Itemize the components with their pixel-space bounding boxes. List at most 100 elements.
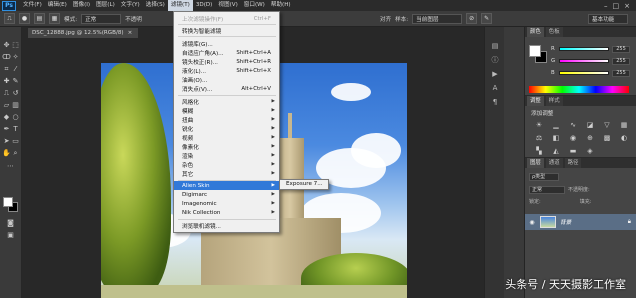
slider-b[interactable]: B 255 [551, 69, 633, 77]
tab-channels[interactable]: 通道 [545, 158, 563, 168]
alien-skin-submenu[interactable]: Exposure 7... [279, 179, 329, 190]
pen-tool-icon[interactable]: ✒ [2, 125, 11, 134]
history-brush-icon[interactable]: ↺ [11, 89, 20, 98]
menu-item-adaptive-wide-angle[interactable]: 自适应广角(A)... Shift+Ctrl+A [174, 48, 279, 57]
menu-layer[interactable]: 图层(L) [93, 0, 118, 11]
zoom-tool-icon[interactable]: ⌕ [11, 149, 20, 158]
menu-item-noise[interactable]: 杂色 ▶ [174, 160, 279, 169]
menu-item-alien-skin[interactable]: Alien Skin ▶ [174, 181, 279, 190]
tab-adjustments[interactable]: 调整 [527, 96, 544, 106]
menu-item-liquify[interactable]: 液化(L)... Shift+Ctrl+X [174, 66, 279, 75]
layer-kind-select[interactable]: ρ类型 [529, 172, 559, 181]
channel-mixer-icon[interactable]: ⊕ [584, 133, 596, 143]
levels-icon[interactable]: ▁ [550, 120, 562, 130]
marquee-tool-icon[interactable]: ⬚ [11, 41, 20, 50]
invert-icon[interactable]: ◐ [618, 133, 630, 143]
minimize-icon[interactable]: – [604, 2, 608, 10]
brush-panel-icon[interactable]: ▤ [34, 13, 45, 24]
close-icon[interactable]: × [624, 2, 630, 10]
channel-value[interactable]: 255 [612, 57, 630, 65]
selective-color-icon[interactable]: ◈ [584, 146, 596, 156]
menu-item-pixelate[interactable]: 像素化 ▶ [174, 142, 279, 151]
menu-3d[interactable]: 3D(D) [193, 0, 216, 11]
screen-mode-icon[interactable]: ▣ [6, 231, 15, 240]
menu-item-lens-correction[interactable]: 镜头校正(R)... Shift+Ctrl+R [174, 57, 279, 66]
layer-row-background[interactable]: ◉ 背景 🔒︎ [525, 214, 636, 230]
menu-item-imagenomic[interactable]: Imagenomic ▶ [174, 199, 279, 208]
gradient-icon[interactable]: ▥ [11, 101, 20, 110]
channel-value[interactable]: 255 [612, 69, 630, 77]
menu-item-render[interactable]: 渲染 ▶ [174, 151, 279, 160]
slider-r[interactable]: R 255 [551, 45, 633, 53]
healing-brush-icon[interactable]: ✚ [2, 77, 11, 86]
mode-select[interactable]: 正常 [81, 13, 122, 24]
vibrance-icon[interactable]: ▽ [601, 120, 613, 130]
panel-foreground-swatch[interactable] [529, 45, 541, 57]
type-tool-icon[interactable]: T [11, 125, 20, 134]
menu-item-browse-online-filters[interactable]: 浏览联机滤镜... [174, 221, 279, 230]
tab-color[interactable]: 颜色 [527, 27, 544, 37]
brightness-icon[interactable]: ☀ [533, 120, 545, 130]
document-tab[interactable]: DSC_12888.jpg @ 12.5%(RGB/8) × [28, 28, 139, 38]
clone-stamp-icon[interactable]: ⎍ [2, 89, 11, 98]
more-tools-icon[interactable]: ⋯ [6, 162, 15, 171]
channel-value[interactable]: 255 [612, 45, 630, 53]
menu-item-other[interactable]: 其它 ▶ [174, 169, 279, 178]
workspace-select[interactable]: 基本功能 [588, 14, 628, 24]
menu-item-sharpen[interactable]: 锐化 ▶ [174, 124, 279, 133]
curves-icon[interactable]: ∿ [567, 120, 579, 130]
crop-tool-icon[interactable]: ⌗ [2, 65, 11, 74]
photo-filter-icon[interactable]: ◉ [567, 133, 579, 143]
move-tool-icon[interactable]: ✥ [2, 41, 11, 50]
brush-tool-icon[interactable]: ✎ [11, 77, 20, 86]
ignore-adjustment-icon[interactable]: ⊘ [466, 13, 478, 24]
sample-select[interactable]: 当前图层 [412, 13, 463, 24]
eye-icon[interactable]: ◉ [528, 219, 536, 226]
tab-styles[interactable]: 样式 [545, 96, 563, 106]
posterize-icon[interactable]: ▚ [533, 146, 545, 156]
menu-item-nik-collection[interactable]: Nik Collection ▶ [174, 208, 279, 217]
menu-item-oil-paint[interactable]: 油画(O)... [174, 75, 279, 84]
color-lookup-icon[interactable]: ▩ [601, 133, 613, 143]
exposure-icon[interactable]: ◪ [584, 120, 596, 130]
menu-item-stylize[interactable]: 风格化 ▶ [174, 97, 279, 106]
menu-item-blur[interactable]: 模糊 ▶ [174, 106, 279, 115]
shape-tool-icon[interactable]: ▭ [11, 137, 20, 146]
menu-file[interactable]: 文件(F) [20, 0, 45, 11]
lasso-tool-icon[interactable]: ↀ [2, 53, 11, 62]
blur-tool-icon[interactable]: ◆ [2, 113, 11, 122]
menu-filter[interactable]: 滤镜(T) [167, 0, 193, 11]
threshold-icon[interactable]: ◭ [550, 146, 562, 156]
black-white-icon[interactable]: ◧ [550, 133, 562, 143]
slider-track[interactable] [559, 71, 609, 75]
tab-swatches[interactable]: 色板 [545, 27, 563, 37]
actions-panel-icon[interactable]: ▶ [490, 69, 500, 79]
menu-item-convert-smart-filter[interactable]: 转换为智能滤镜 [174, 26, 279, 35]
menu-image[interactable]: 图像(I) [70, 0, 93, 11]
menu-item-vanishing-point[interactable]: 消失点(V)... Alt+Ctrl+V [174, 84, 279, 93]
clone-source-icon[interactable]: ▦ [49, 13, 60, 24]
hand-tool-icon[interactable]: ✋ [2, 149, 11, 158]
menu-edit[interactable]: 编辑(E) [45, 0, 70, 11]
menu-item-distort[interactable]: 扭曲 ▶ [174, 115, 279, 124]
eyedropper-icon[interactable]: ⁄ [11, 65, 20, 74]
menu-item-digimarc[interactable]: Digimarc ▶ [174, 190, 279, 199]
slider-g[interactable]: G 255 [551, 57, 633, 65]
character-panel-icon[interactable]: A [490, 83, 500, 93]
tab-close-icon[interactable]: × [128, 28, 133, 38]
menu-window[interactable]: 窗口(W) [241, 0, 268, 11]
slider-track[interactable] [559, 47, 609, 51]
maximize-icon[interactable]: □ [613, 2, 620, 10]
quick-mask-icon[interactable]: ◙ [6, 219, 15, 228]
eraser-icon[interactable]: ▱ [2, 101, 11, 110]
menu-select[interactable]: 选择(S) [143, 0, 168, 11]
quick-select-icon[interactable]: ✧ [11, 53, 20, 62]
brush-size-icon[interactable]: ● [19, 13, 30, 24]
gradient-map-icon[interactable]: ▬ [567, 146, 579, 156]
tab-layers[interactable]: 图层 [527, 158, 544, 168]
color-spectrum-bar[interactable] [529, 86, 629, 93]
stamp-tool-icon[interactable]: ⎍ [4, 13, 15, 24]
blend-mode-select[interactable]: 正常 [529, 185, 565, 194]
slider-track[interactable] [559, 59, 609, 63]
history-panel-icon[interactable]: ▤ [490, 41, 500, 51]
